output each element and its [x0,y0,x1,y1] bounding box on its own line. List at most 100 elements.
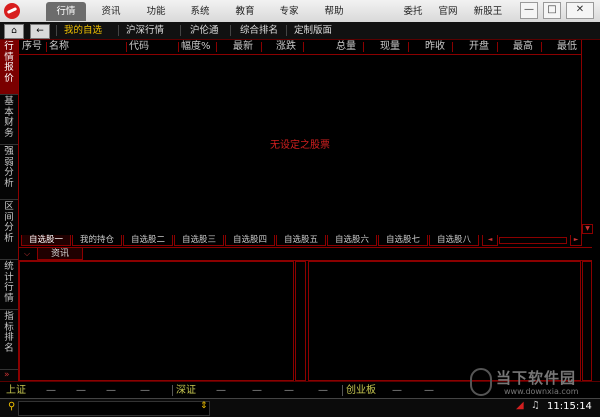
expand-icon[interactable]: » [4,370,10,380]
app-logo-icon [4,3,20,19]
menu-market[interactable]: 行情 [46,2,86,21]
tab-scroll-right-icon[interactable]: ► [570,235,582,246]
menu-experts[interactable]: 专家 [270,2,308,21]
watermark-name: 当下软件园 [496,369,577,387]
toolbar-divider [180,25,181,36]
watchlist-tab-1[interactable]: 自选股一 [21,235,71,246]
col-name[interactable]: 名称 [49,40,69,54]
lower-panel-header: ⌵ 资讯 [19,248,592,261]
lower-panel [19,261,592,381]
table-scrollbar[interactable]: ▼ [581,40,593,235]
left-tab-strength[interactable]: 强弱分析 [0,145,18,200]
toolbar-shsz-market[interactable]: 沪深行情 [126,22,164,39]
menu-new-stock-king[interactable]: 新股王 [468,2,508,21]
menu-trade[interactable]: 委托 [398,2,428,21]
toolbar-divider [56,25,57,36]
news-content-scrollbar[interactable] [582,261,592,381]
index-shanghai[interactable]: 上证 [6,382,26,399]
toolbar-my-watchlist[interactable]: 我的自选 [64,22,102,39]
watchlist-tab-3[interactable]: 自选股三 [174,235,224,246]
signal-icon[interactable]: ◢ [516,400,524,411]
watermark-logo-icon [470,368,492,396]
empty-message: 无设定之股票 [270,140,330,151]
menu-bar: 行情 资讯 功能 系统 教育 专家 帮助 委托 官网 新股王 — □ ✕ [0,0,600,23]
bell-icon[interactable]: ♫ [531,400,540,411]
left-tab-interval[interactable]: 区间分析 [0,200,18,260]
toolbar-divider [230,25,231,36]
menu-official-site[interactable]: 官网 [433,2,463,21]
index-shenzhen[interactable]: 深证 [176,382,196,399]
toolbar: ⌂ ← 我的自选 沪深行情 沪伦通 综合排名 定制版面 [0,22,600,40]
col-divider [497,42,498,52]
menu-news[interactable]: 资讯 [92,2,130,21]
watchlist-tab-7[interactable]: 自选股七 [378,235,428,246]
col-volume[interactable]: 总量 [336,40,356,54]
toolbar-shanghai-london[interactable]: 沪伦通 [190,22,219,39]
menu-education[interactable]: 教育 [226,2,264,21]
scroll-down-icon[interactable]: ▼ [582,224,593,234]
tab-scroll-left-icon[interactable]: ◄ [482,235,498,246]
watchlist-tab-holdings[interactable]: 我的持仓 [72,235,122,246]
left-tab-statistics[interactable]: 统计行情 [0,260,18,310]
col-prev-close[interactable]: 昨收 [425,40,445,54]
menu-system[interactable]: 系统 [181,2,219,21]
table-header: 序号 名称 代码 幅度% 最新 涨跌 总量 现量 昨收 开盘 最高 最低 [19,40,581,55]
home-button[interactable]: ⌂ [4,24,24,39]
value-placeholder: — [140,385,150,396]
col-divider [126,42,127,52]
watchlist-tab-4[interactable]: 自选股四 [225,235,275,246]
watchlist-tab-6[interactable]: 自选股六 [327,235,377,246]
toolbar-divider [286,25,287,36]
watermark-url: www.downxia.com [504,387,579,396]
menu-functions[interactable]: 功能 [137,2,175,21]
status-bar: ⚲ ⇕ ◢ ♫ 11:15:14 [0,398,600,417]
value-placeholder: — [424,385,434,396]
news-list-panel [19,261,294,381]
col-change[interactable]: 涨跌 [276,40,296,54]
value-placeholder: — [284,385,294,396]
toolbar-composite-ranking[interactable]: 综合排名 [240,22,278,39]
watchlist-tab-5[interactable]: 自选股五 [276,235,326,246]
collapse-icon[interactable]: ⌵ [21,248,33,260]
maximize-button[interactable]: □ [543,2,561,19]
col-divider [261,42,262,52]
toolbar-divider [118,25,119,36]
col-divider [408,42,409,52]
value-placeholder: — [216,385,226,396]
col-change-pct[interactable]: 幅度% [181,40,211,54]
col-high[interactable]: 最高 [513,40,533,54]
left-tab-financials[interactable]: 基本财务 [0,95,18,145]
back-button[interactable]: ← [30,24,50,39]
left-tab-indicator-ranking[interactable]: 指标排名 [0,310,18,370]
news-list-scrollbar[interactable] [295,261,306,381]
col-divider [178,42,179,52]
index-chinext[interactable]: 创业板 [346,382,376,399]
search-input[interactable] [18,401,210,416]
col-current-volume[interactable]: 现量 [380,40,400,54]
value-placeholder: — [106,385,116,396]
minimize-button[interactable]: — [520,2,538,19]
col-code[interactable]: 代码 [129,40,149,54]
value-placeholder: — [252,385,262,396]
menu-help[interactable]: 帮助 [315,2,353,21]
col-divider [216,42,217,52]
quote-table: 序号 名称 代码 幅度% 最新 涨跌 总量 现量 昨收 开盘 最高 最低 无设定… [19,40,581,236]
location-pin-icon[interactable]: ⚲ [8,401,15,412]
watchlist-tabs: 自选股一 我的持仓 自选股二 自选股三 自选股四 自选股五 自选股六 自选股七 … [19,235,592,248]
close-button[interactable]: ✕ [566,2,594,19]
watchlist-tab-8[interactable]: 自选股八 [429,235,479,246]
input-stepper-icon[interactable]: ⇕ [200,401,208,411]
col-low[interactable]: 最低 [557,40,577,54]
watchlist-tab-2[interactable]: 自选股二 [123,235,173,246]
tab-scrollbar[interactable] [499,237,567,244]
tab-news[interactable]: 资讯 [37,248,83,260]
col-index[interactable]: 序号 [22,40,42,54]
news-content-panel [308,261,581,381]
toolbar-custom-layout[interactable]: 定制版面 [294,22,332,39]
value-placeholder: — [76,385,86,396]
left-tab-quotes[interactable]: 行情报价 [0,40,18,95]
col-divider [452,42,453,52]
col-latest[interactable]: 最新 [233,40,253,54]
col-divider [363,42,364,52]
col-open[interactable]: 开盘 [469,40,489,54]
